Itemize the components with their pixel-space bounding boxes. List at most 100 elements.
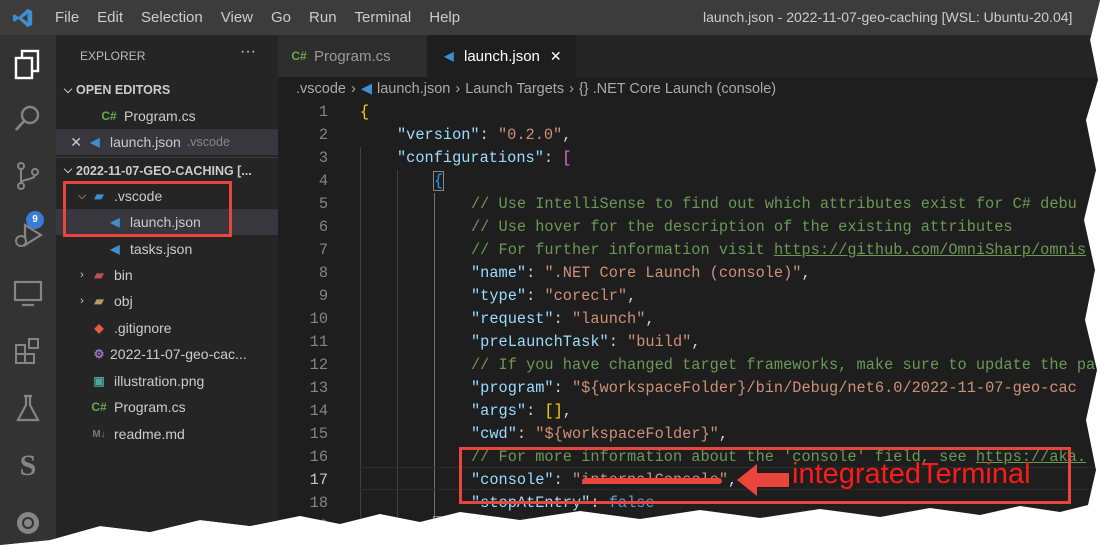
section-label: OPEN EDITORS xyxy=(76,83,171,97)
testing-icon[interactable] xyxy=(12,392,44,424)
file-label: launch.json xyxy=(110,134,181,150)
remote-explorer-icon[interactable] xyxy=(12,277,44,309)
chevron-down-icon: ⌵ xyxy=(63,83,73,96)
file-dir: .vscode xyxy=(186,135,230,149)
tree-file-program-cs[interactable]: C# Program.cs xyxy=(56,394,278,420)
strikethrough-mark xyxy=(582,478,722,484)
breadcrumb-item[interactable]: launch.json xyxy=(377,81,450,97)
vscode-file-icon: ◀ xyxy=(90,135,100,149)
file-label: tasks.json xyxy=(130,241,193,257)
explorer-sidebar: EXPLORER ··· ⌵ OPEN EDITORS C# Program.cs … xyxy=(56,35,278,545)
chevron-right-icon: › xyxy=(80,295,84,307)
section-label: 2022-11-07-GEO-CACHING [... xyxy=(76,163,252,178)
window-title: launch.json - 2022-11-07-geo-caching [WS… xyxy=(703,9,1073,25)
indent-guide xyxy=(397,170,398,545)
tree-file-csproj[interactable]: ⚙ 2022-11-07-geo-cac... xyxy=(56,341,278,367)
tree-file-tasks-json[interactable]: ◀ tasks.json xyxy=(56,236,278,262)
markdown-icon: M↓ xyxy=(92,428,106,440)
highlight-box-vscode-folder xyxy=(63,181,232,237)
arrow-left-icon xyxy=(737,464,789,496)
activity-bar: 9 S xyxy=(0,35,56,545)
kubernetes-icon[interactable] xyxy=(12,507,44,539)
csharp-icon: C# xyxy=(291,49,307,63)
menu-edit[interactable]: Edit xyxy=(97,9,123,26)
csharp-icon: C# xyxy=(91,400,107,414)
folder-icon: ▰ xyxy=(94,294,104,308)
more-actions-button[interactable]: ··· xyxy=(240,43,256,61)
vscode-window: File Edit Selection View Go Run Terminal Help l… xyxy=(0,0,1100,545)
annotation-label: integratedTerminal xyxy=(792,458,1031,490)
tab-launch-json[interactable]: ◀ launch.json ✕ xyxy=(428,35,576,77)
code-line: "request": "launch", xyxy=(471,310,655,328)
close-tab-icon[interactable]: ✕ xyxy=(550,48,562,65)
code-line: "preLaunchTask": "build", xyxy=(471,333,701,351)
source-control-icon[interactable] xyxy=(12,160,44,192)
tree-file-readme[interactable]: M↓ readme.md xyxy=(56,421,278,447)
tree-folder-bin[interactable]: › ▰ bin xyxy=(56,262,278,288)
menu-run[interactable]: Run xyxy=(309,9,337,26)
menu-terminal[interactable]: Terminal xyxy=(355,9,412,26)
code-line: "program": "${workspaceFolder}/bin/Debug… xyxy=(471,379,1077,397)
file-label: bin xyxy=(114,267,133,283)
tree-file-illustration[interactable]: ▣ illustration.png xyxy=(56,368,278,394)
tree-folder-obj[interactable]: › ▰ obj xyxy=(56,288,278,314)
git-icon: ◆ xyxy=(94,321,104,335)
chevron-right-icon: › xyxy=(80,269,84,281)
breadcrumb: .vscode › ◀ launch.json › Launch Targets ›{} .… xyxy=(296,81,777,97)
editor-tabs: C# Program.cs ◀ launch.json ✕ xyxy=(278,35,1100,77)
title-bar: File Edit Selection View Go Run Terminal Help l… xyxy=(0,0,1100,35)
breadcrumb-item[interactable]: .vscode xyxy=(296,81,346,97)
tab-label: Program.cs xyxy=(314,47,391,65)
run-debug-icon[interactable] xyxy=(12,219,44,251)
folder-bin-icon: ▰ xyxy=(94,268,104,282)
tree-file-gitignore[interactable]: ◆ .gitignore xyxy=(56,315,278,341)
code-line: "args": [], xyxy=(471,402,572,420)
workspace-folder-section[interactable]: ⌵ 2022-11-07-GEO-CACHING [... xyxy=(56,157,278,183)
file-label: obj xyxy=(114,293,133,309)
code-line: "name": ".NET Core Launch (console)", xyxy=(471,264,811,282)
explorer-icon[interactable] xyxy=(12,49,44,81)
code-line: { xyxy=(432,171,445,191)
csproj-icon: ⚙ xyxy=(93,347,105,361)
vscode-file-icon: ◀ xyxy=(110,242,120,256)
menu-view[interactable]: View xyxy=(221,9,253,26)
menu-help[interactable]: Help xyxy=(429,9,460,26)
docs-link[interactable]: https://github.com/OmniSharp/omnis xyxy=(774,241,1086,259)
breadcrumb-item[interactable]: Launch Targets xyxy=(465,81,564,97)
file-label: Program.cs xyxy=(124,108,196,124)
open-editor-program-cs[interactable]: C# Program.cs xyxy=(56,103,278,129)
open-editors-section[interactable]: ⌵ OPEN EDITORS xyxy=(56,77,278,103)
file-label: 2022-11-07-geo-cac... xyxy=(110,346,247,362)
menu-selection[interactable]: Selection xyxy=(141,9,203,26)
search-icon[interactable] xyxy=(12,103,44,135)
vscode-file-icon: ◀ xyxy=(360,81,372,97)
code-comment: // If you have changed target frameworks… xyxy=(471,356,1096,374)
vscode-logo-icon xyxy=(0,7,46,29)
file-label: .gitignore xyxy=(114,320,172,336)
code-line: "configurations": [ xyxy=(397,149,572,167)
code-line: "version": "0.2.0", xyxy=(397,126,572,144)
code-comment: // For further information visit https:/… xyxy=(471,241,1087,259)
explorer-title: EXPLORER xyxy=(80,49,146,63)
file-label: illustration.png xyxy=(114,373,205,389)
menu-file[interactable]: File xyxy=(55,9,79,26)
menu-go[interactable]: Go xyxy=(271,9,291,26)
vscode-file-icon: ◀ xyxy=(444,49,454,63)
menu-bar: File Edit Selection View Go Run Terminal Help xyxy=(46,9,469,26)
open-editor-launch-json[interactable]: ✕ ◀ launch.json .vscode xyxy=(56,129,278,155)
tab-label: launch.json xyxy=(464,47,540,65)
code-line: { xyxy=(360,103,370,121)
code-comment: // Use hover for the description of the … xyxy=(471,218,1013,236)
csharp-icon: C# xyxy=(101,109,117,123)
code-line: "cwd": "${workspaceFolder}", xyxy=(471,425,729,443)
close-icon[interactable]: ✕ xyxy=(56,134,82,151)
tab-program-cs[interactable]: C# Program.cs xyxy=(278,35,426,77)
code-comment: // Use IntelliSense to find out which at… xyxy=(471,195,1077,213)
extensions-icon[interactable] xyxy=(12,335,44,367)
file-label: Program.cs xyxy=(114,399,186,415)
code-line: } xyxy=(432,516,445,536)
s-extension-icon[interactable]: S xyxy=(12,449,44,482)
image-icon: ▣ xyxy=(93,374,105,388)
breadcrumb-item[interactable]: {} .NET Core Launch (console) xyxy=(579,81,776,97)
chevron-down-icon: ⌵ xyxy=(63,164,73,176)
